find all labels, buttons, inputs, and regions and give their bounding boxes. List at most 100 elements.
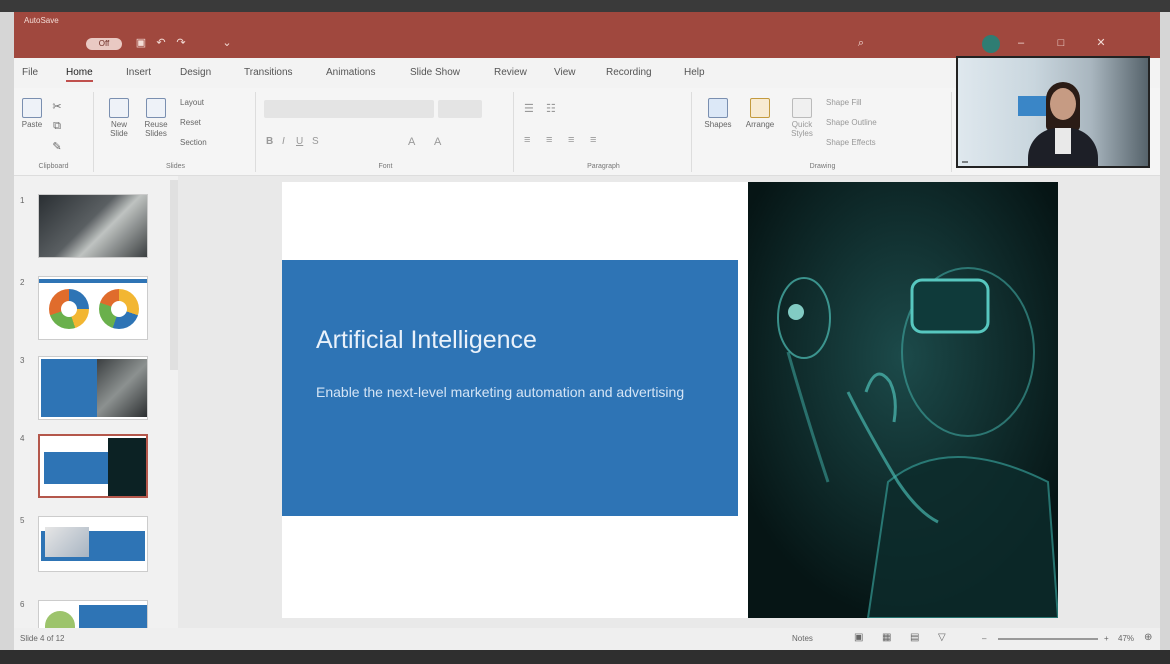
quick-styles-label: Quick Styles <box>791 120 813 138</box>
tab-recording[interactable]: Recording <box>606 67 652 78</box>
tab-transitions[interactable]: Transitions <box>244 67 293 78</box>
slide-sorter-icon[interactable]: ▦ <box>882 632 891 643</box>
tab-review[interactable]: Review <box>494 67 527 78</box>
slide-thumbnail-4-selected[interactable] <box>38 434 148 498</box>
autosave-toggle[interactable]: Off <box>86 38 122 50</box>
video-name-tag <box>962 161 968 163</box>
strikethrough-icon[interactable]: S <box>312 136 319 147</box>
maximize-icon[interactable]: □ <box>1054 36 1068 50</box>
center-icon[interactable]: ≡ <box>546 134 552 146</box>
status-bar: Slide 4 of 12 Notes ▣ ▦ ▤ ▽ – + 47% ⊕ <box>14 628 1160 650</box>
title-box[interactable]: Artificial Intelligence Enable the next-… <box>282 260 738 516</box>
paste-button[interactable]: Paste <box>18 98 46 129</box>
slide-thumbnail-6[interactable] <box>38 600 148 630</box>
font-color-icon[interactable]: A <box>408 136 415 148</box>
normal-view-icon[interactable]: ▣ <box>854 632 863 643</box>
reading-view-icon[interactable]: ▤ <box>910 632 919 643</box>
shapes-button[interactable]: Shapes <box>700 98 736 129</box>
tab-design[interactable]: Design <box>180 67 211 78</box>
tab-home[interactable]: Home <box>66 67 93 82</box>
minimize-icon[interactable]: – <box>1014 36 1028 50</box>
slide-subtitle[interactable]: Enable the next-level marketing automati… <box>316 384 716 400</box>
thumbnail-image <box>45 527 89 557</box>
layout-button[interactable]: Layout <box>180 98 204 107</box>
tab-view[interactable]: View <box>554 67 576 78</box>
slide-thumbnail-1[interactable] <box>38 194 148 258</box>
copy-icon[interactable]: ⧉ <box>50 120 64 133</box>
reuse-slides-button[interactable]: Reuse Slides <box>138 98 174 138</box>
slide-thumbnail-3[interactable] <box>38 356 148 420</box>
zoom-in-icon[interactable]: + <box>1104 634 1109 643</box>
new-slide-button[interactable]: New Slide <box>102 98 136 138</box>
reuse-slides-label: Reuse Slides <box>144 120 168 138</box>
cut-icon[interactable]: ✂ <box>50 100 64 113</box>
format-painter-icon[interactable]: ✎ <box>50 140 64 153</box>
font-group: B I U S A A Font <box>258 92 514 172</box>
thumbnail-blue-panel <box>79 605 147 629</box>
section-button[interactable]: Section <box>180 138 207 147</box>
underline-icon[interactable]: U <box>296 136 303 147</box>
undo-icon[interactable]: ↶ <box>154 36 168 50</box>
thumbnail-number: 3 <box>20 356 25 365</box>
highlight-icon[interactable]: A <box>434 136 441 148</box>
align-left-icon[interactable]: ≡ <box>524 134 530 146</box>
editor-workspace: 1 2 3 4 5 6 Artificial Intelligence Enab… <box>14 176 1160 630</box>
zoom-slider[interactable] <box>998 638 1098 640</box>
thumbnail-donut-chart <box>49 289 89 329</box>
shape-effects-button[interactable]: Shape Effects <box>826 138 876 147</box>
thumbnails-scrollbar[interactable] <box>170 180 178 370</box>
shapes-label: Shapes <box>704 120 732 129</box>
thumbnail-donut-chart <box>99 289 139 329</box>
video-call-overlay[interactable] <box>956 56 1150 168</box>
avatar[interactable] <box>982 35 1000 53</box>
shapes-icon <box>708 98 728 118</box>
quick-styles-button[interactable]: Quick Styles <box>784 98 820 138</box>
close-icon[interactable]: ✕ <box>1094 36 1108 50</box>
slide-thumbnail-5[interactable] <box>38 516 148 572</box>
monitor-bezel-top <box>0 0 1170 12</box>
thumbnail-number: 5 <box>20 516 25 525</box>
numbering-icon[interactable]: ☷ <box>546 102 556 115</box>
shape-effects-label: Shape Effects <box>826 138 876 147</box>
tab-animations[interactable]: Animations <box>326 67 375 78</box>
presenter-shirt <box>1055 128 1071 154</box>
tab-file[interactable]: File <box>22 67 38 78</box>
shape-outline-button[interactable]: Shape Outline <box>826 118 877 127</box>
shape-outline-label: Shape Outline <box>826 118 877 127</box>
reset-button[interactable]: Reset <box>180 118 201 127</box>
save-icon[interactable]: ▣ <box>134 36 148 50</box>
zoom-out-icon[interactable]: – <box>982 634 986 643</box>
bold-icon[interactable]: B <box>266 136 273 147</box>
font-name-dropdown[interactable] <box>264 100 434 118</box>
slide-thumbnail-2[interactable] <box>38 276 148 340</box>
notes-button[interactable]: Notes <box>792 634 813 643</box>
redo-icon[interactable]: ↷ <box>174 36 188 50</box>
tab-insert[interactable]: Insert <box>126 67 151 78</box>
slide-canvas[interactable]: Artificial Intelligence Enable the next-… <box>282 182 1058 618</box>
bullets-icon[interactable]: ☰ <box>524 102 534 115</box>
fit-to-window-icon[interactable]: ⊕ <box>1144 632 1152 643</box>
thumbnail-blue-panel <box>41 359 97 417</box>
clipboard-group: Paste ✂ ⧉ ✎ Clipboard <box>14 92 94 172</box>
font-size-dropdown[interactable] <box>438 100 482 118</box>
search-icon[interactable]: ⌕ <box>854 36 868 50</box>
tab-slide-show[interactable]: Slide Show <box>410 67 460 78</box>
slide-title[interactable]: Artificial Intelligence <box>316 326 537 355</box>
zoom-level[interactable]: 47% <box>1118 634 1134 643</box>
customize-toolbar-icon[interactable]: ⌄ <box>220 36 234 50</box>
ai-figure-illustration <box>748 182 1058 618</box>
justify-icon[interactable]: ≡ <box>590 134 596 146</box>
slide-counter: Slide 4 of 12 <box>20 634 65 643</box>
ai-vr-image[interactable] <box>748 182 1058 618</box>
tab-help[interactable]: Help <box>684 67 705 78</box>
align-right-icon[interactable]: ≡ <box>568 134 574 146</box>
presenter-face <box>1050 88 1076 120</box>
paste-label: Paste <box>21 120 43 129</box>
shape-fill-button[interactable]: Shape Fill <box>826 98 862 107</box>
reuse-slides-icon <box>146 98 166 118</box>
thumbnail-image <box>108 438 146 496</box>
italic-icon[interactable]: I <box>282 136 285 147</box>
slideshow-icon[interactable]: ▽ <box>938 632 946 643</box>
paragraph-group-label: Paragraph <box>587 163 620 170</box>
arrange-button[interactable]: Arrange <box>740 98 780 129</box>
